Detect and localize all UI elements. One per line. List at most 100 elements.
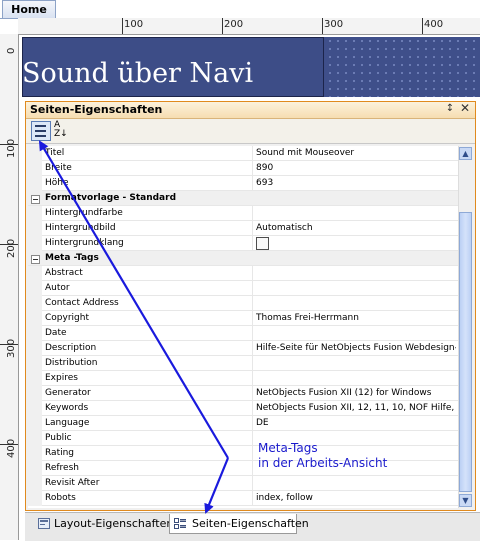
row-gutter bbox=[28, 446, 42, 461]
property-row-hintergrundfarbe[interactable]: Hintergrundfarbe bbox=[28, 206, 458, 221]
property-name: Copyright bbox=[45, 313, 89, 323]
row-gutter bbox=[28, 401, 42, 416]
property-row[interactable]: Robots index, follow bbox=[28, 491, 458, 506]
property-value[interactable]: Hilfe-Seite für NetObjects Fusion Webdes… bbox=[256, 341, 456, 355]
property-value[interactable]: 890 bbox=[256, 161, 456, 175]
collapse-toggle-icon[interactable] bbox=[31, 255, 40, 264]
column-divider bbox=[252, 356, 253, 371]
property-value[interactable] bbox=[256, 296, 456, 310]
column-divider bbox=[252, 206, 253, 221]
property-name: Language bbox=[45, 418, 90, 428]
hintergrundklang-checkbox[interactable] bbox=[256, 237, 269, 250]
property-name: Description bbox=[45, 343, 97, 353]
property-name: Public bbox=[45, 433, 72, 443]
pin-icon[interactable]: ↕ bbox=[444, 103, 456, 115]
property-row[interactable]: Autor bbox=[28, 281, 458, 296]
property-value[interactable]: NetObjects Fusion XII (12) for Windows bbox=[256, 386, 456, 400]
property-value[interactable] bbox=[256, 476, 456, 490]
column-divider bbox=[252, 386, 253, 401]
property-value[interactable] bbox=[256, 326, 456, 340]
tab-layout-eigenschaften[interactable]: Layout-Eigenschaften bbox=[34, 514, 173, 534]
column-divider bbox=[252, 416, 253, 431]
property-row-hintergrundbild[interactable]: Hintergrundbild Automatisch bbox=[28, 221, 458, 236]
categorized-icon-bar bbox=[35, 125, 46, 127]
column-divider bbox=[252, 176, 253, 191]
scroll-up-button[interactable]: ▲ bbox=[459, 147, 472, 160]
property-row-breite[interactable]: Breite 890 bbox=[28, 161, 458, 176]
property-row[interactable]: Copyright Thomas Frei-Herrmann bbox=[28, 311, 458, 326]
property-name: Abstract bbox=[45, 268, 83, 278]
tab-seiten-eigenschaften[interactable]: Seiten-Eigenschaften bbox=[169, 514, 309, 534]
property-row[interactable]: Date bbox=[28, 326, 458, 341]
property-name: Date bbox=[45, 328, 67, 338]
horizontal-ruler: 100 200 300 400 bbox=[18, 18, 480, 35]
column-divider bbox=[252, 341, 253, 356]
tab-label: Layout-Eigenschaften bbox=[54, 517, 174, 530]
ruler-label: 100 bbox=[124, 19, 144, 30]
property-value[interactable] bbox=[256, 281, 456, 295]
property-value[interactable]: Thomas Frei-Herrmann bbox=[256, 311, 456, 325]
property-row[interactable]: Description Hilfe-Seite für NetObjects Fu… bbox=[28, 341, 458, 356]
property-name: Hintergrundfarbe bbox=[45, 208, 123, 218]
property-name: Breite bbox=[45, 163, 72, 173]
property-name: Robots bbox=[45, 493, 76, 503]
property-row-hintergrundklang[interactable]: Hintergrundklang bbox=[28, 236, 458, 251]
column-divider bbox=[252, 326, 253, 341]
property-row-hoehe[interactable]: Höhe 693 bbox=[28, 176, 458, 191]
property-row[interactable]: Language DE bbox=[28, 416, 458, 431]
ruler-label: 200 bbox=[224, 19, 244, 30]
collapse-toggle-icon[interactable] bbox=[31, 195, 40, 204]
property-value[interactable]: Automatisch bbox=[256, 221, 456, 235]
column-divider bbox=[252, 146, 253, 161]
ruler-label: 100 bbox=[6, 138, 17, 158]
row-gutter bbox=[28, 146, 42, 161]
property-name: Contact Address bbox=[45, 298, 119, 308]
column-divider bbox=[252, 491, 253, 506]
property-value[interactable] bbox=[256, 356, 456, 370]
row-gutter bbox=[28, 491, 42, 506]
property-row[interactable]: Public bbox=[28, 431, 458, 446]
property-value[interactable]: Sound mit Mouseover bbox=[256, 146, 456, 160]
tab-home[interactable]: Home bbox=[2, 0, 56, 18]
property-row[interactable]: Revisit After bbox=[28, 476, 458, 491]
property-value[interactable]: 693 bbox=[256, 176, 456, 190]
property-row[interactable]: Distribution bbox=[28, 356, 458, 371]
property-name: Distribution bbox=[45, 358, 98, 368]
property-row[interactable]: Contact Address bbox=[28, 296, 458, 311]
property-value[interactable]: DE bbox=[256, 416, 456, 430]
column-divider bbox=[252, 431, 253, 446]
categorized-view-button[interactable] bbox=[31, 121, 51, 141]
property-row[interactable]: Generator NetObjects Fusion XII (12) for … bbox=[28, 386, 458, 401]
banner-title: Sound über Navi bbox=[22, 58, 254, 89]
column-divider bbox=[252, 296, 253, 311]
property-row[interactable]: Rating bbox=[28, 446, 458, 461]
property-value[interactable] bbox=[256, 206, 456, 220]
property-name: Refresh bbox=[45, 463, 79, 473]
alphabetical-sort-button[interactable]: A Z↓ bbox=[54, 121, 72, 139]
property-value[interactable]: index, follow bbox=[256, 491, 456, 505]
property-row[interactable]: Expires bbox=[28, 371, 458, 386]
property-value[interactable]: NetObjects Fusion XII, 12, 11, 10, NOF H… bbox=[256, 401, 456, 415]
property-row[interactable]: Refresh bbox=[28, 461, 458, 476]
property-row-titel[interactable]: Titel Sound mit Mouseover bbox=[28, 146, 458, 161]
tab-label: Seiten-Eigenschaften bbox=[192, 517, 309, 530]
row-gutter bbox=[28, 311, 42, 326]
categorized-icon-bar bbox=[35, 130, 46, 132]
close-icon[interactable]: ✕ bbox=[459, 102, 471, 114]
row-gutter bbox=[28, 161, 42, 176]
property-value[interactable] bbox=[256, 266, 456, 280]
property-row[interactable]: Keywords NetObjects Fusion XII, 12, 11, 1… bbox=[28, 401, 458, 416]
document-tab-strip bbox=[0, 0, 480, 19]
scroll-thumb[interactable] bbox=[459, 212, 472, 492]
property-name: Höhe bbox=[45, 178, 69, 188]
scroll-down-button[interactable]: ▼ bbox=[459, 494, 472, 507]
property-value[interactable] bbox=[256, 371, 456, 385]
property-name: Revisit After bbox=[45, 478, 100, 488]
property-row[interactable]: Abstract bbox=[28, 266, 458, 281]
row-gutter bbox=[28, 476, 42, 491]
category-meta-tags[interactable]: Meta -Tags bbox=[28, 251, 458, 266]
ruler-major-tick bbox=[322, 18, 323, 34]
property-name: Generator bbox=[45, 388, 91, 398]
property-name: Hintergrundbild bbox=[45, 223, 116, 233]
category-formatvorlage[interactable]: Formatvorlage - Standard bbox=[28, 191, 458, 206]
